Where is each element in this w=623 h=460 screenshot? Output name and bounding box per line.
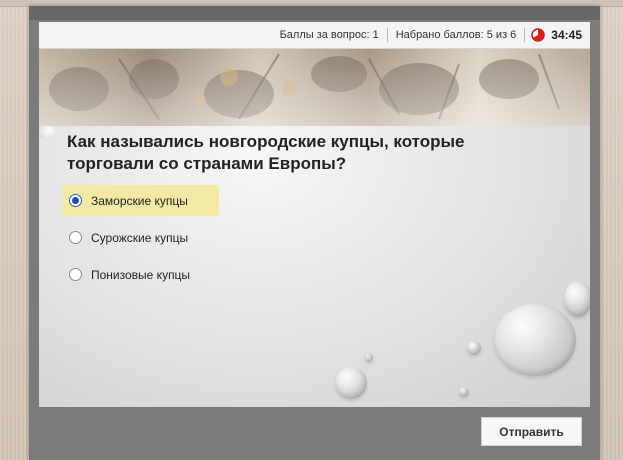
submit-button[interactable]: Отправить (481, 417, 582, 446)
radio-button[interactable] (69, 268, 82, 281)
decorative-drop (467, 341, 481, 355)
decorative-drop (335, 367, 367, 399)
answer-option-1[interactable]: Заморские купцы (62, 185, 219, 216)
decorative-drop (365, 354, 373, 362)
status-bar: Баллы за вопрос: 1 Набрано баллов: 5 из … (39, 22, 590, 49)
answer-option-3[interactable]: Понизовые купцы (62, 259, 219, 290)
answer-option-label: Понизовые купцы (91, 267, 191, 282)
answer-option-label: Заморские купцы (91, 193, 188, 208)
decorative-drop (39, 126, 57, 140)
points-per-question: Баллы за вопрос: 1 (279, 29, 379, 41)
decorative-drop (459, 387, 469, 397)
player-top-bar (29, 6, 600, 20)
decorative-drop (564, 281, 590, 317)
question-slide: Как назывались новгородские купцы, котор… (39, 49, 590, 407)
radio-button[interactable] (69, 194, 82, 207)
radio-selected-dot (72, 197, 79, 204)
stopwatch-icon (531, 28, 546, 42)
radio-button[interactable] (69, 231, 82, 244)
answer-option-label: Сурожские купцы (91, 230, 189, 245)
answer-option-2[interactable]: Сурожские купцы (62, 222, 219, 253)
footer-bar: Отправить (39, 407, 590, 460)
question-text: Как назывались новгородские купцы, котор… (67, 132, 465, 173)
decorative-drop (494, 304, 576, 376)
timer: 34:45 (525, 28, 590, 42)
timer-value: 34:45 (551, 28, 582, 42)
header-banner-image (39, 49, 590, 126)
answer-options: Заморские купцы Сурожские купцы Понизовы… (62, 185, 219, 296)
score-counter: Набрано баллов: 5 из 6 (395, 29, 517, 41)
quiz-player: Баллы за вопрос: 1 Набрано баллов: 5 из … (29, 6, 600, 460)
banner-overlay (39, 49, 590, 126)
